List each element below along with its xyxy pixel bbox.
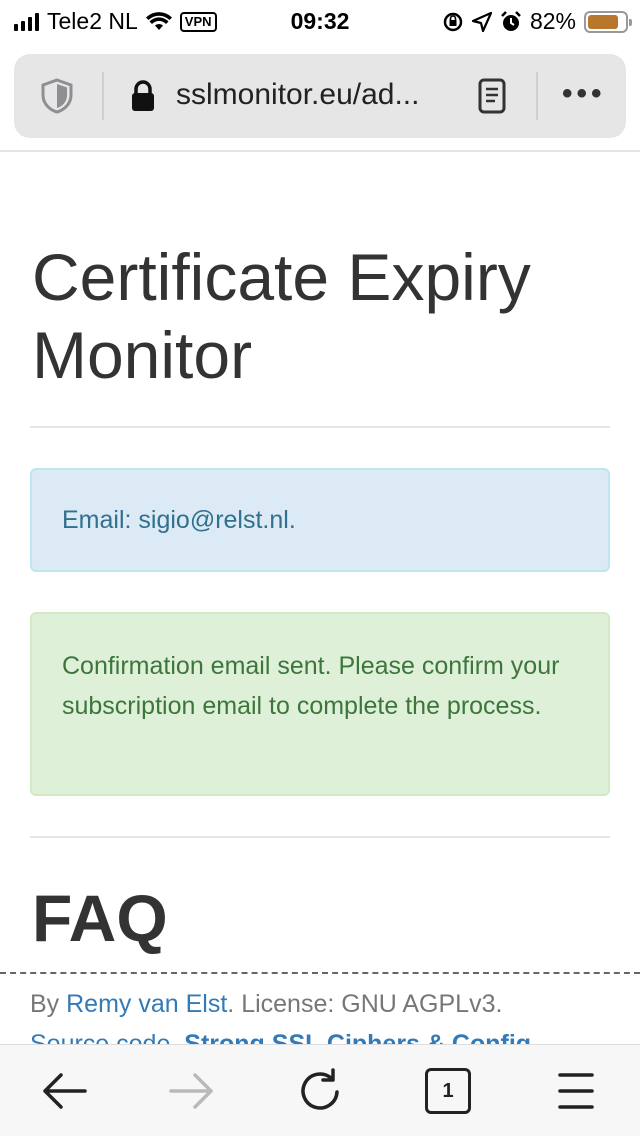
divider	[30, 426, 610, 428]
reload-button[interactable]	[296, 1067, 344, 1115]
battery-level	[588, 14, 618, 29]
menu-button[interactable]	[552, 1067, 600, 1115]
status-bar: Tele2 NL VPN 09:32 82%	[0, 0, 640, 40]
rotation-lock-icon	[443, 12, 463, 31]
author-link[interactable]: Remy van Elst	[66, 990, 227, 1018]
location-icon	[471, 11, 492, 32]
browser-toolbar: 1	[0, 1044, 640, 1136]
back-button[interactable]	[40, 1067, 88, 1115]
shield-icon[interactable]	[40, 78, 74, 114]
forward-button[interactable]	[168, 1067, 216, 1115]
info-alert: Email: sigio@relst.nl.	[30, 468, 610, 572]
battery-percent: 82%	[529, 8, 576, 34]
divider	[30, 836, 610, 838]
menu-icon[interactable]	[558, 1071, 594, 1111]
footer-by: By	[30, 990, 67, 1018]
url-bar-underline	[0, 150, 640, 152]
tabs-button[interactable]: 1	[424, 1067, 472, 1115]
tabs-icon[interactable]: 1	[425, 1068, 471, 1114]
success-alert-text: Confirmation email sent. Please confirm …	[62, 652, 560, 720]
dashed-divider	[0, 972, 640, 974]
page-title: Certificate Expiry Monitor	[32, 240, 531, 392]
alarm-icon	[501, 10, 521, 31]
forward-arrow-icon[interactable]	[169, 1071, 215, 1111]
reload-icon[interactable]	[297, 1068, 343, 1114]
back-arrow-icon[interactable]	[41, 1071, 87, 1111]
footer-links: Source code. Strong SSL Ciphers & Config	[30, 1030, 531, 1044]
success-alert: Confirmation email sent. Please confirm …	[30, 612, 610, 796]
faq-heading: FAQ	[32, 881, 168, 955]
strong-ssl-link[interactable]: Strong SSL Ciphers & Config	[184, 1030, 531, 1044]
battery-icon	[584, 10, 632, 33]
reader-view-icon[interactable]	[478, 78, 506, 114]
lock-icon	[132, 80, 154, 111]
url-bar-divider	[536, 72, 538, 120]
more-icon[interactable]: •••	[562, 79, 606, 109]
status-right: 82%	[442, 8, 632, 35]
footer-credits: By Remy van Elst. License: GNU AGPLv3.	[30, 990, 502, 1019]
footer-separator: .	[170, 1030, 185, 1044]
info-alert-text: Email: sigio@relst.nl.	[62, 506, 296, 534]
url-bar[interactable]: sslmonitor.eu/ad... •••	[14, 54, 626, 138]
footer-license: . License: GNU AGPLv3.	[227, 990, 503, 1018]
source-code-link[interactable]: Source code	[30, 1030, 170, 1044]
url-bar-divider	[102, 72, 104, 120]
url-text[interactable]: sslmonitor.eu/ad...	[176, 78, 419, 112]
